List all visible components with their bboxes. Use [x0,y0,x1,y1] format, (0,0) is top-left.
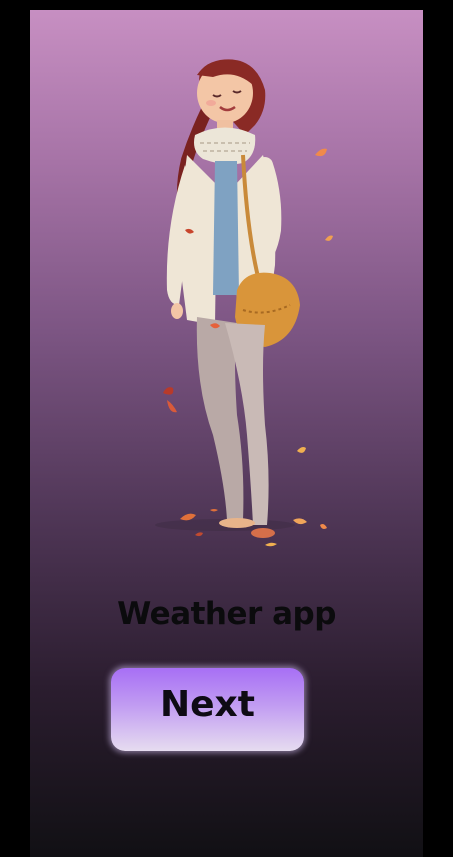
next-button[interactable]: Next [111,668,304,751]
next-button-label: Next [160,684,255,725]
onboarding-screen: Weather app Next [30,10,423,857]
woman-with-autumn-leaves-illustration [155,59,333,547]
app-title: Weather app [117,596,336,632]
